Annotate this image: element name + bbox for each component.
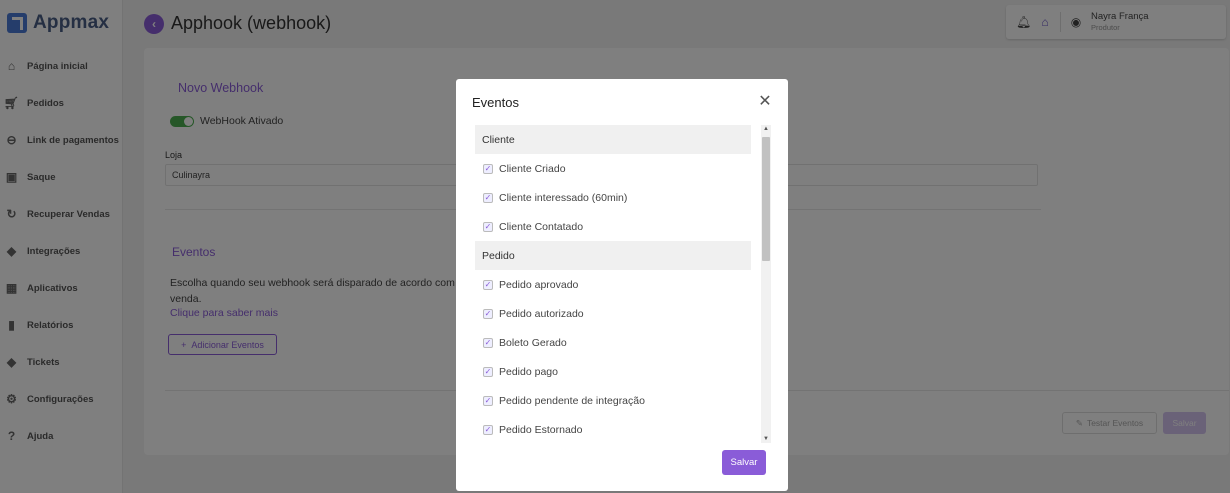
close-icon[interactable]: ✕ [758,94,772,110]
event-option-label: Cliente Criado [499,162,566,175]
event-group-header: Cliente [475,125,751,154]
events-scrollbar[interactable]: ▲ ▼ [761,125,771,443]
event-option[interactable]: ✓ Pedido aprovado [475,270,751,299]
checkbox[interactable]: ✓ [483,424,493,435]
event-option-label: Pedido pago [499,365,558,378]
checkbox[interactable]: ✓ [483,192,493,203]
event-option[interactable]: ✓ Pedido pago [475,357,751,386]
checkbox[interactable]: ✓ [483,337,493,348]
scroll-down-arrow-icon[interactable]: ▼ [763,435,769,443]
event-option[interactable]: ✓ Cliente Criado [475,154,751,183]
checkbox[interactable]: ✓ [483,279,493,290]
scroll-up-arrow-icon[interactable]: ▲ [763,125,769,133]
event-option-label: Boleto Gerado [499,336,567,349]
event-option[interactable]: ✓ Cliente interessado (60min) [475,183,751,212]
event-option-label: Pedido autorizado [499,307,584,320]
checkbox[interactable]: ✓ [483,366,493,377]
event-option[interactable]: ✓ Pedido pendente de integração [475,386,751,415]
modal-save-button[interactable]: Salvar [722,450,766,475]
checkbox[interactable]: ✓ [483,163,493,174]
checkbox[interactable]: ✓ [483,221,493,232]
event-option-label: Cliente Contatado [499,220,584,233]
event-option-label: Cliente interessado (60min) [499,191,628,204]
checkbox[interactable]: ✓ [483,395,493,406]
event-option[interactable]: ✓ Cliente Contatado [475,212,751,241]
scroll-thumb[interactable] [762,137,770,261]
event-option[interactable]: ✓ Pedido autorizado [475,299,751,328]
event-option[interactable]: ✓ Boleto Gerado [475,328,751,357]
event-group-header: Pedido [475,241,751,270]
events-list: Cliente ✓ Cliente Criado ✓ Cliente interessa… [475,125,751,443]
checkbox[interactable]: ✓ [483,308,493,319]
event-option-label: Pedido aprovado [499,278,579,291]
modal-title: Eventos [472,95,519,110]
event-option-label: Pedido pendente de integração [499,394,645,407]
event-option-label: Pedido Estornado [499,423,583,436]
event-option[interactable]: ✓ Pedido Estornado [475,415,751,443]
eventos-modal: Eventos ✕ Cliente ✓ Cliente Criado ✓ Cliente… [456,79,788,491]
